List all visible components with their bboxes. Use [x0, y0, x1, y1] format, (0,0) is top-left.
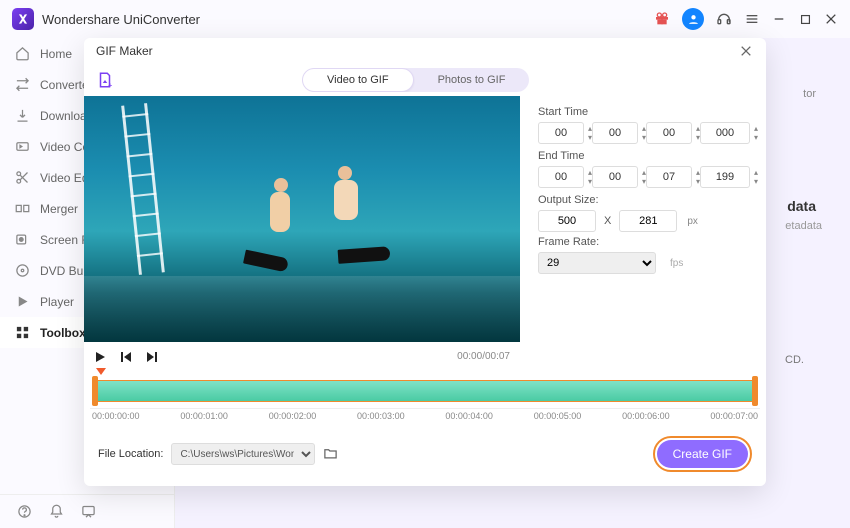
- bg-fragment-tor: tor: [803, 88, 816, 100]
- app-title: Wondershare UniConverter: [42, 12, 200, 27]
- user-avatar-icon[interactable]: [682, 8, 704, 30]
- timeline: 00:00:00:00 00:00:01:00 00:00:02:00 00:0…: [84, 370, 766, 426]
- px-unit: px: [687, 216, 698, 227]
- maximize-button[interactable]: [798, 12, 812, 26]
- headset-icon[interactable]: [716, 11, 732, 27]
- tab-photos-to-gif[interactable]: Photos to GIF: [414, 68, 530, 92]
- trim-end-handle[interactable]: [752, 376, 758, 406]
- sidebar-item-label: Merger: [40, 202, 78, 216]
- tick-label: 00:00:06:00: [622, 411, 670, 426]
- add-media-icon[interactable]: +: [96, 71, 114, 89]
- help-icon[interactable]: [16, 504, 32, 520]
- end-hh-stepper[interactable]: 00▴▾: [538, 166, 584, 188]
- video-preview[interactable]: [84, 96, 520, 342]
- sidebar-item-label: Player: [40, 295, 74, 309]
- start-mm-stepper[interactable]: 00▴▾: [592, 122, 638, 144]
- feedback-icon[interactable]: [80, 504, 96, 520]
- start-time-label: Start Time: [538, 106, 750, 118]
- grid-icon: [14, 325, 30, 341]
- tab-video-to-gif[interactable]: Video to GIF: [302, 68, 414, 92]
- start-hh-stepper[interactable]: 00▴▾: [538, 122, 584, 144]
- settings-panel: Start Time 00▴▾ 00▴▾ 00▴▾ 000▴▾ End Time…: [520, 96, 764, 370]
- titlebar: Wondershare UniConverter: [0, 0, 850, 38]
- start-ms-stepper[interactable]: 000▴▾: [700, 122, 750, 144]
- statusbar: [0, 494, 175, 528]
- frame-rate-select[interactable]: 29: [538, 252, 656, 274]
- close-window-button[interactable]: [824, 12, 838, 26]
- end-ms-stepper[interactable]: 199▴▾: [700, 166, 750, 188]
- end-time-label: End Time: [538, 150, 750, 162]
- minimize-button[interactable]: [772, 12, 786, 26]
- create-gif-highlight: Create GIF: [653, 436, 752, 472]
- tick-label: 00:00:00:00: [92, 411, 140, 426]
- range-fill: [96, 380, 754, 402]
- next-frame-button[interactable]: [146, 350, 158, 362]
- svg-text:+: +: [108, 81, 113, 90]
- tick-label: 00:00:07:00: [710, 411, 758, 426]
- playback-controls: 00:00/00:07: [84, 342, 520, 370]
- home-icon: [14, 46, 30, 62]
- gif-maker-dialog: GIF Maker + Video to GIF Photos to GIF 0…: [84, 38, 766, 486]
- gift-icon[interactable]: [654, 11, 670, 27]
- bg-fragment-cd: CD.: [785, 354, 804, 366]
- bg-fragment-etadata: etadata: [785, 220, 822, 232]
- file-location-select[interactable]: C:\Users\ws\Pictures\Wonders: [171, 443, 315, 465]
- sidebar-item-label: Toolbox: [40, 326, 86, 340]
- compress-icon: [14, 139, 30, 155]
- tick-label: 00:00:04:00: [445, 411, 493, 426]
- app-logo-icon: [12, 8, 34, 30]
- tick-label: 00:00:02:00: [269, 411, 317, 426]
- start-ss-stepper[interactable]: 00▴▾: [646, 122, 692, 144]
- tick-label: 00:00:03:00: [357, 411, 405, 426]
- converter-icon: [14, 77, 30, 93]
- trim-start-handle[interactable]: [92, 376, 98, 406]
- bg-fragment-data: data: [787, 198, 816, 214]
- output-size-label: Output Size:: [538, 194, 750, 206]
- tick-label: 00:00:01:00: [180, 411, 228, 426]
- record-icon: [14, 232, 30, 248]
- play-icon: [14, 294, 30, 310]
- sidebar-item-label: Home: [40, 47, 72, 61]
- end-mm-stepper[interactable]: 00▴▾: [592, 166, 638, 188]
- playback-timecode: 00:00/00:07: [457, 351, 510, 362]
- play-button[interactable]: [94, 350, 106, 362]
- trim-range[interactable]: [90, 374, 760, 404]
- playhead-icon[interactable]: [96, 368, 106, 375]
- merge-icon: [14, 201, 30, 217]
- output-height-field[interactable]: [619, 210, 677, 232]
- prev-frame-button[interactable]: [120, 350, 132, 362]
- dialog-title: GIF Maker: [96, 44, 153, 58]
- scissors-icon: [14, 170, 30, 186]
- hamburger-menu-icon[interactable]: [744, 11, 760, 27]
- frame-rate-label: Frame Rate:: [538, 236, 750, 248]
- tick-label: 00:00:05:00: [534, 411, 582, 426]
- create-gif-button[interactable]: Create GIF: [657, 440, 748, 468]
- download-icon: [14, 108, 30, 124]
- close-icon[interactable]: [738, 43, 754, 59]
- end-ss-stepper[interactable]: 07▴▾: [646, 166, 692, 188]
- size-separator: X: [604, 215, 611, 227]
- folder-icon[interactable]: [323, 446, 339, 462]
- disc-icon: [14, 263, 30, 279]
- file-location-label: File Location:: [98, 448, 163, 460]
- fps-unit: fps: [670, 258, 683, 269]
- output-width-field[interactable]: [538, 210, 596, 232]
- bell-icon[interactable]: [48, 504, 64, 520]
- mode-segmented-control: Video to GIF Photos to GIF: [302, 68, 529, 92]
- timeline-ticks: 00:00:00:00 00:00:01:00 00:00:02:00 00:0…: [90, 408, 760, 426]
